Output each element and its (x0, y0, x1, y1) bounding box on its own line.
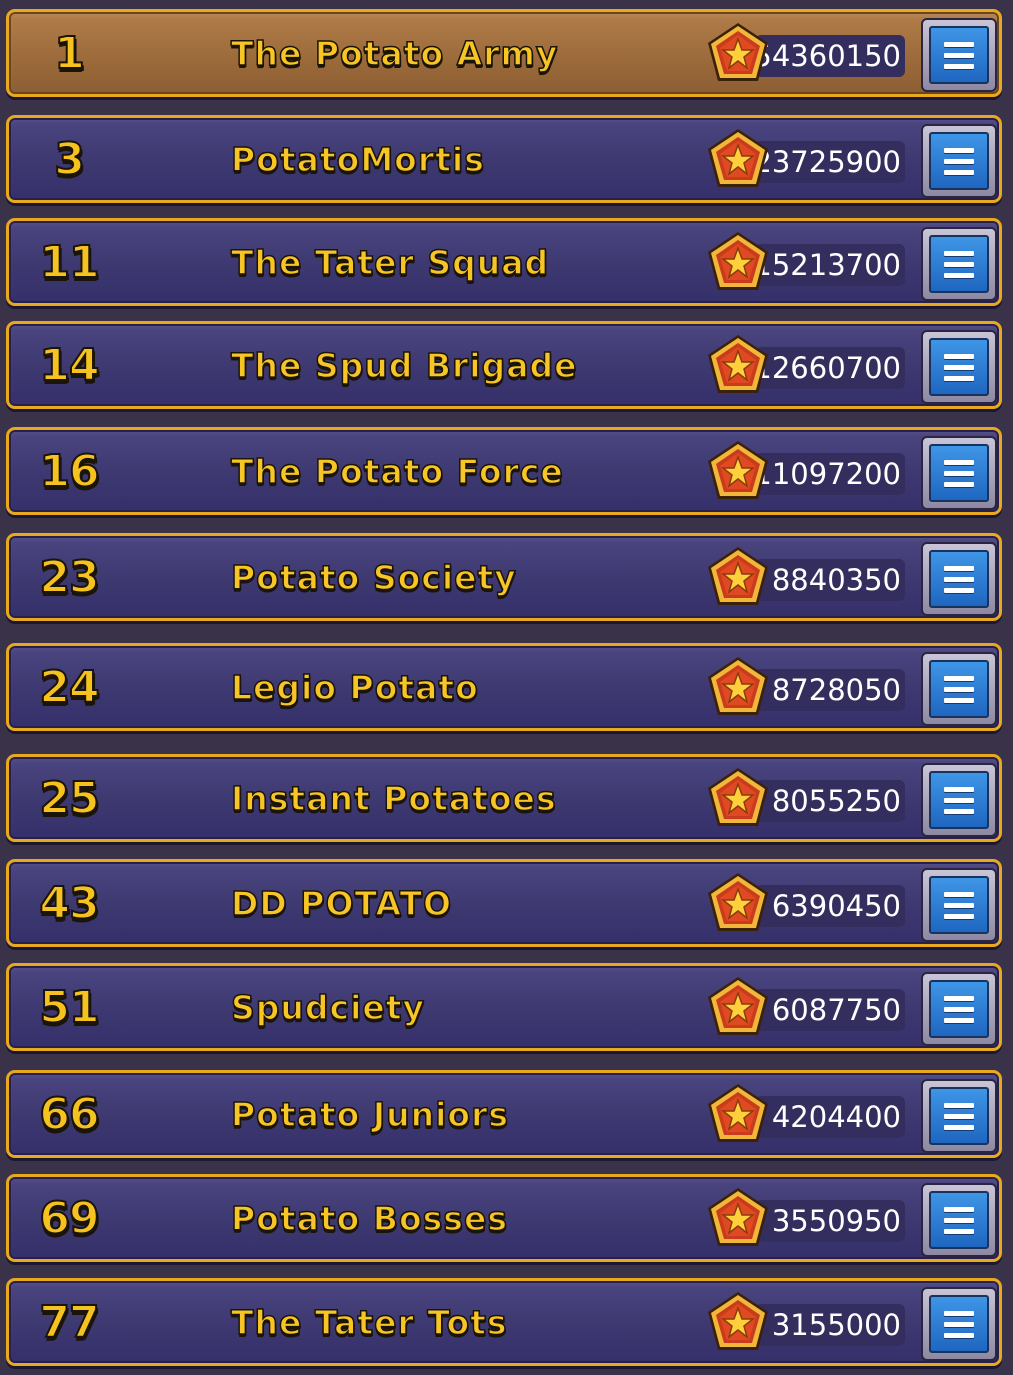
clan-score: 8840350 (755, 559, 905, 601)
star-medal-icon (708, 129, 768, 187)
menu-button[interactable] (921, 227, 997, 301)
clan-score: 8728050 (755, 669, 905, 711)
menu-button[interactable] (921, 1183, 997, 1257)
star-medal-icon (708, 1084, 768, 1142)
star-medal-icon (708, 873, 768, 931)
clan-name: The Potato Force (230, 451, 564, 492)
star-medal-icon (708, 547, 768, 605)
clan-score: 6087750 (755, 989, 905, 1031)
clan-name: The Tater Tots (230, 1302, 508, 1343)
rank-number: 24 (38, 661, 100, 714)
clan-name: Potato Bosses (230, 1198, 508, 1239)
star-medal-icon (708, 768, 768, 826)
clan-name: PotatoMortis (230, 139, 485, 180)
leaderboard-row-14[interactable]: 14 The Spud Brigade 12660700 (6, 321, 1002, 409)
leaderboard-row-11[interactable]: 11 The Tater Squad 15213700 (6, 218, 1002, 306)
menu-button[interactable] (921, 542, 997, 616)
star-medal-icon (708, 23, 768, 81)
clan-score: 15213700 (753, 244, 905, 286)
clan-name: The Tater Squad (230, 242, 550, 283)
leaderboard-row-43[interactable]: 43 DD POTATO 6390450 (6, 859, 1002, 947)
menu-icon (929, 550, 989, 608)
rank-number: 25 (38, 772, 100, 825)
rank-number: 14 (38, 339, 100, 392)
menu-icon (929, 876, 989, 934)
clan-score: 54360150 (753, 35, 905, 77)
rank-number: 43 (38, 877, 100, 930)
star-medal-icon (708, 441, 768, 499)
star-medal-icon (708, 232, 768, 290)
menu-button[interactable] (921, 972, 997, 1046)
menu-button[interactable] (921, 124, 997, 198)
menu-icon (929, 1295, 989, 1353)
clan-name: Instant Potatoes (230, 778, 557, 819)
menu-button[interactable] (921, 868, 997, 942)
leaderboard-row-1[interactable]: 1 The Potato Army 54360150 (6, 9, 1002, 97)
leaderboard-row-69[interactable]: 69 Potato Bosses 3550950 (6, 1174, 1002, 1262)
rank-number: 51 (38, 981, 100, 1034)
clan-score: 3550950 (755, 1200, 905, 1242)
clan-score: 6390450 (755, 885, 905, 927)
clan-score: 23725900 (753, 141, 905, 183)
star-medal-icon (708, 1292, 768, 1350)
star-medal-icon (708, 657, 768, 715)
menu-icon (929, 444, 989, 502)
rank-number: 69 (38, 1192, 100, 1245)
leaderboard-row-24[interactable]: 24 Legio Potato 8728050 (6, 643, 1002, 731)
clan-name: The Potato Army (230, 33, 559, 74)
menu-button[interactable] (921, 652, 997, 726)
leaderboard-row-23[interactable]: 23 Potato Society 8840350 (6, 533, 1002, 621)
rank-number: 66 (38, 1088, 100, 1141)
leaderboard-row-66[interactable]: 66 Potato Juniors 4204400 (6, 1070, 1002, 1158)
clan-name: Spudciety (230, 987, 426, 1028)
clan-name: Legio Potato (230, 667, 479, 708)
menu-icon (929, 771, 989, 829)
menu-button[interactable] (921, 18, 997, 92)
rank-number: 77 (38, 1296, 100, 1349)
clan-score: 4204400 (755, 1096, 905, 1138)
menu-button[interactable] (921, 436, 997, 510)
clan-score: 11097200 (753, 453, 905, 495)
clan-name: The Spud Brigade (230, 345, 578, 386)
leaderboard-row-51[interactable]: 51 Spudciety 6087750 (6, 963, 1002, 1051)
menu-icon (929, 660, 989, 718)
menu-button[interactable] (921, 1287, 997, 1361)
star-medal-icon (708, 977, 768, 1035)
leaderboard-row-25[interactable]: 25 Instant Potatoes 8055250 (6, 754, 1002, 842)
menu-button[interactable] (921, 1079, 997, 1153)
menu-icon (929, 980, 989, 1038)
rank-number: 16 (38, 445, 100, 498)
clan-score: 3155000 (755, 1304, 905, 1346)
clan-score: 8055250 (755, 780, 905, 822)
menu-button[interactable] (921, 330, 997, 404)
menu-icon (929, 235, 989, 293)
clan-name: Potato Society (230, 557, 517, 598)
rank-number: 3 (53, 133, 86, 186)
rank-number: 23 (38, 551, 100, 604)
clan-name: Potato Juniors (230, 1094, 509, 1135)
menu-icon (929, 1191, 989, 1249)
menu-icon (929, 338, 989, 396)
clan-score: 12660700 (753, 347, 905, 389)
clan-name: DD POTATO (230, 883, 453, 924)
leaderboard-row-16[interactable]: 16 The Potato Force 11097200 (6, 427, 1002, 515)
menu-icon (929, 132, 989, 190)
leaderboard-row-3[interactable]: 3 PotatoMortis 23725900 (6, 115, 1002, 203)
leaderboard-row-77[interactable]: 77 The Tater Tots 3155000 (6, 1278, 1002, 1366)
star-medal-icon (708, 1188, 768, 1246)
menu-icon (929, 1087, 989, 1145)
clan-leaderboard: 1 The Potato Army 54360150 3 PotatoMorti… (0, 0, 1013, 1375)
rank-number: 1 (53, 27, 86, 80)
star-medal-icon (708, 335, 768, 393)
rank-number: 11 (38, 236, 100, 289)
menu-button[interactable] (921, 763, 997, 837)
menu-icon (929, 26, 989, 84)
